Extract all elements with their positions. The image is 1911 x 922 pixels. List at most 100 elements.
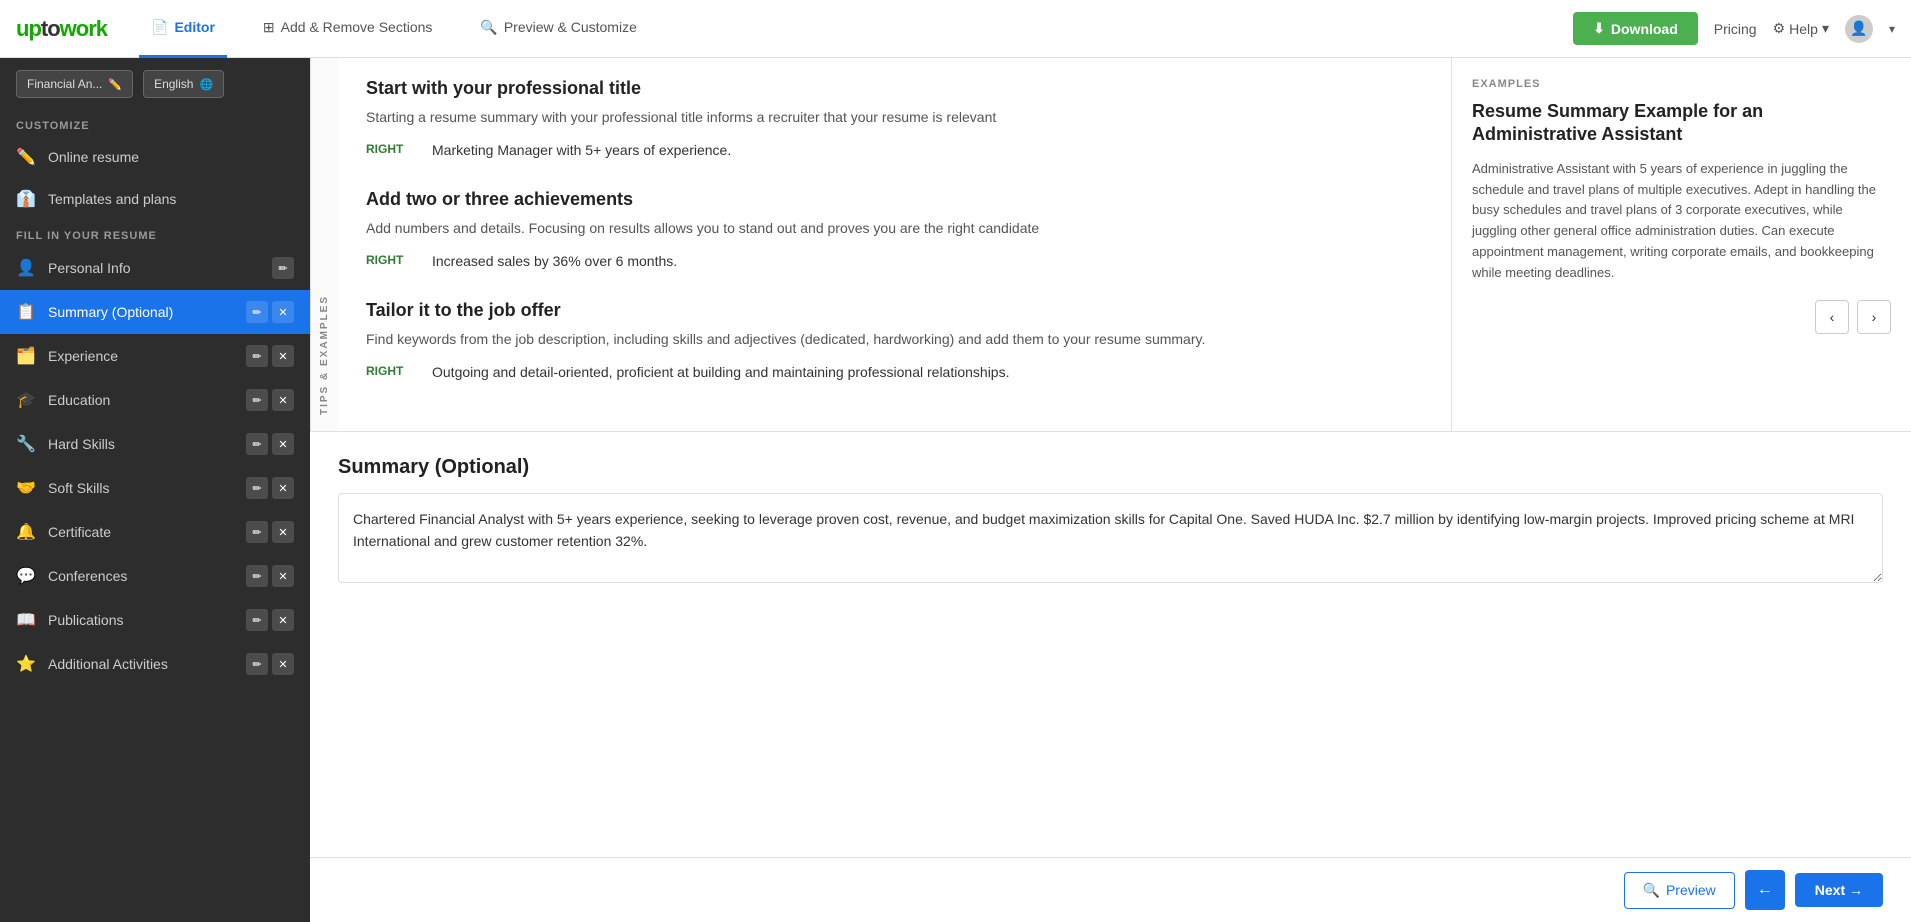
- sidebar-item-personal-info[interactable]: 👤 Personal Info ✏: [0, 246, 310, 290]
- examples-label: EXAMPLES: [1472, 78, 1891, 90]
- help-icon: ⚙: [1773, 20, 1786, 37]
- education-edit-btn[interactable]: ✏: [246, 389, 268, 411]
- experience-delete-btn[interactable]: ✕: [272, 345, 294, 367]
- soft-skills-icon: 🤝: [16, 478, 36, 498]
- main-layout: Financial An... ✏️ English 🌐 Customize ✏…: [0, 58, 1911, 922]
- certificate-delete-btn[interactable]: ✕: [272, 521, 294, 543]
- sidebar-item-soft-skills[interactable]: 🤝 Soft Skills ✏ ✕: [0, 466, 310, 510]
- summary-delete-btn[interactable]: ✕: [272, 301, 294, 323]
- conferences-edit-btn[interactable]: ✏: [246, 565, 268, 587]
- preview-button[interactable]: 🔍 Preview: [1624, 872, 1735, 909]
- publications-edit-btn[interactable]: ✏: [246, 609, 268, 631]
- tips-example-1: RIGHT Marketing Manager with 5+ years of…: [366, 140, 1423, 161]
- summary-actions: ✏ ✕: [246, 301, 294, 323]
- tips-block-2: Add two or three achievements Add number…: [366, 189, 1423, 272]
- avatar[interactable]: 👤: [1845, 15, 1873, 43]
- publications-actions: ✏ ✕: [246, 609, 294, 631]
- soft-skills-delete-btn[interactable]: ✕: [272, 477, 294, 499]
- example-text-3: Outgoing and detail-oriented, proficient…: [432, 362, 1009, 383]
- tips-text-2: Add numbers and details. Focusing on res…: [366, 218, 1423, 239]
- summary-section: Summary (Optional): [310, 432, 1911, 857]
- sidebar-item-conferences[interactable]: 💬 Conferences ✏ ✕: [0, 554, 310, 598]
- summary-icon: 📋: [16, 302, 36, 322]
- sidebar-item-additional[interactable]: ⭐ Additional Activities ✏ ✕: [0, 642, 310, 686]
- pricing-link[interactable]: Pricing: [1714, 21, 1757, 37]
- fill-resume-label: Fill in Your Resume: [0, 220, 310, 246]
- hard-skills-icon: 🔧: [16, 434, 36, 454]
- edit-icon: ✏️: [108, 78, 122, 91]
- tab-preview-customize[interactable]: 🔍 Preview & Customize: [468, 0, 648, 58]
- sidebar-item-certificate[interactable]: 🔔 Certificate ✏ ✕: [0, 510, 310, 554]
- example-text-1: Marketing Manager with 5+ years of exper…: [432, 140, 731, 161]
- certificate-actions: ✏ ✕: [246, 521, 294, 543]
- tips-heading-1: Start with your professional title: [366, 78, 1423, 99]
- right-label-1: RIGHT: [366, 140, 416, 156]
- experience-icon: 🗂️: [16, 346, 36, 366]
- bottom-bar: 🔍 Preview ← Next →: [310, 857, 1911, 922]
- download-button[interactable]: ⬇ Download: [1573, 12, 1698, 45]
- example-nav: ‹ ›: [1472, 300, 1891, 334]
- tips-example-2: RIGHT Increased sales by 36% over 6 mont…: [366, 251, 1423, 272]
- tips-text-3: Find keywords from the job description, …: [366, 329, 1423, 350]
- sidebar-item-templates[interactable]: 👔 Templates and plans: [0, 178, 310, 220]
- templates-icon: 👔: [16, 189, 36, 209]
- summary-textarea[interactable]: [338, 493, 1883, 583]
- back-button[interactable]: ←: [1745, 870, 1785, 910]
- publications-delete-btn[interactable]: ✕: [272, 609, 294, 631]
- tips-section: Tips & Examples Start with your professi…: [310, 58, 1911, 432]
- customize-label: Customize: [0, 110, 310, 136]
- tips-heading-3: Tailor it to the job offer: [366, 300, 1423, 321]
- additional-delete-btn[interactable]: ✕: [272, 653, 294, 675]
- sidebar-item-online-resume[interactable]: ✏️ Online resume: [0, 136, 310, 178]
- conferences-icon: 💬: [16, 566, 36, 586]
- language-button[interactable]: English 🌐: [143, 70, 224, 98]
- summary-edit-btn[interactable]: ✏: [246, 301, 268, 323]
- resume-name-button[interactable]: Financial An... ✏️: [16, 70, 133, 98]
- right-label-3: RIGHT: [366, 362, 416, 378]
- summary-title: Summary (Optional): [338, 456, 1883, 479]
- sidebar: Financial An... ✏️ English 🌐 Customize ✏…: [0, 58, 310, 922]
- certificate-icon: 🔔: [16, 522, 36, 542]
- education-icon: 🎓: [16, 390, 36, 410]
- example-title: Resume Summary Example for an Administra…: [1472, 100, 1891, 147]
- help-menu[interactable]: ⚙ Help ▾: [1773, 20, 1829, 37]
- sidebar-item-publications[interactable]: 📖 Publications ✏ ✕: [0, 598, 310, 642]
- content-area: Tips & Examples Start with your professi…: [310, 58, 1911, 922]
- sidebar-item-summary[interactable]: 📋 Summary (Optional) ✏ ✕: [0, 290, 310, 334]
- tab-add-remove[interactable]: ⊞ Add & Remove Sections: [251, 0, 444, 58]
- personal-info-edit-btn[interactable]: ✏: [272, 257, 294, 279]
- soft-skills-edit-btn[interactable]: ✏: [246, 477, 268, 499]
- nav-right: ⬇ Download Pricing ⚙ Help ▾ 👤 ▾: [1573, 12, 1895, 45]
- tips-rotated-label: Tips & Examples: [310, 58, 338, 431]
- conferences-delete-btn[interactable]: ✕: [272, 565, 294, 587]
- experience-actions: ✏ ✕: [246, 345, 294, 367]
- tips-right-panel: EXAMPLES Resume Summary Example for an A…: [1451, 58, 1911, 431]
- sidebar-top: Financial An... ✏️ English 🌐: [0, 58, 310, 110]
- example-text-2: Increased sales by 36% over 6 months.: [432, 251, 677, 272]
- add-remove-icon: ⊞: [263, 19, 275, 36]
- globe-icon: 🌐: [199, 78, 213, 91]
- additional-edit-btn[interactable]: ✏: [246, 653, 268, 675]
- hard-skills-delete-btn[interactable]: ✕: [272, 433, 294, 455]
- example-body: Administrative Assistant with 5 years of…: [1472, 159, 1891, 284]
- preview-icon: 🔍: [1643, 882, 1660, 899]
- certificate-edit-btn[interactable]: ✏: [246, 521, 268, 543]
- tips-heading-2: Add two or three achievements: [366, 189, 1423, 210]
- example-prev-btn[interactable]: ‹: [1815, 300, 1849, 334]
- publications-icon: 📖: [16, 610, 36, 630]
- education-delete-btn[interactable]: ✕: [272, 389, 294, 411]
- experience-edit-btn[interactable]: ✏: [246, 345, 268, 367]
- tab-editor[interactable]: 📄 Editor: [139, 0, 227, 58]
- next-button[interactable]: Next →: [1795, 873, 1883, 907]
- hard-skills-actions: ✏ ✕: [246, 433, 294, 455]
- search-icon: 🔍: [480, 19, 497, 36]
- tips-block-3: Tailor it to the job offer Find keywords…: [366, 300, 1423, 383]
- example-next-btn[interactable]: ›: [1857, 300, 1891, 334]
- online-resume-icon: ✏️: [16, 147, 36, 167]
- hard-skills-edit-btn[interactable]: ✏: [246, 433, 268, 455]
- sidebar-item-hard-skills[interactable]: 🔧 Hard Skills ✏ ✕: [0, 422, 310, 466]
- tips-text-1: Starting a resume summary with your prof…: [366, 107, 1423, 128]
- sidebar-item-experience[interactable]: 🗂️ Experience ✏ ✕: [0, 334, 310, 378]
- sidebar-item-education[interactable]: 🎓 Education ✏ ✕: [0, 378, 310, 422]
- additional-icon: ⭐: [16, 654, 36, 674]
